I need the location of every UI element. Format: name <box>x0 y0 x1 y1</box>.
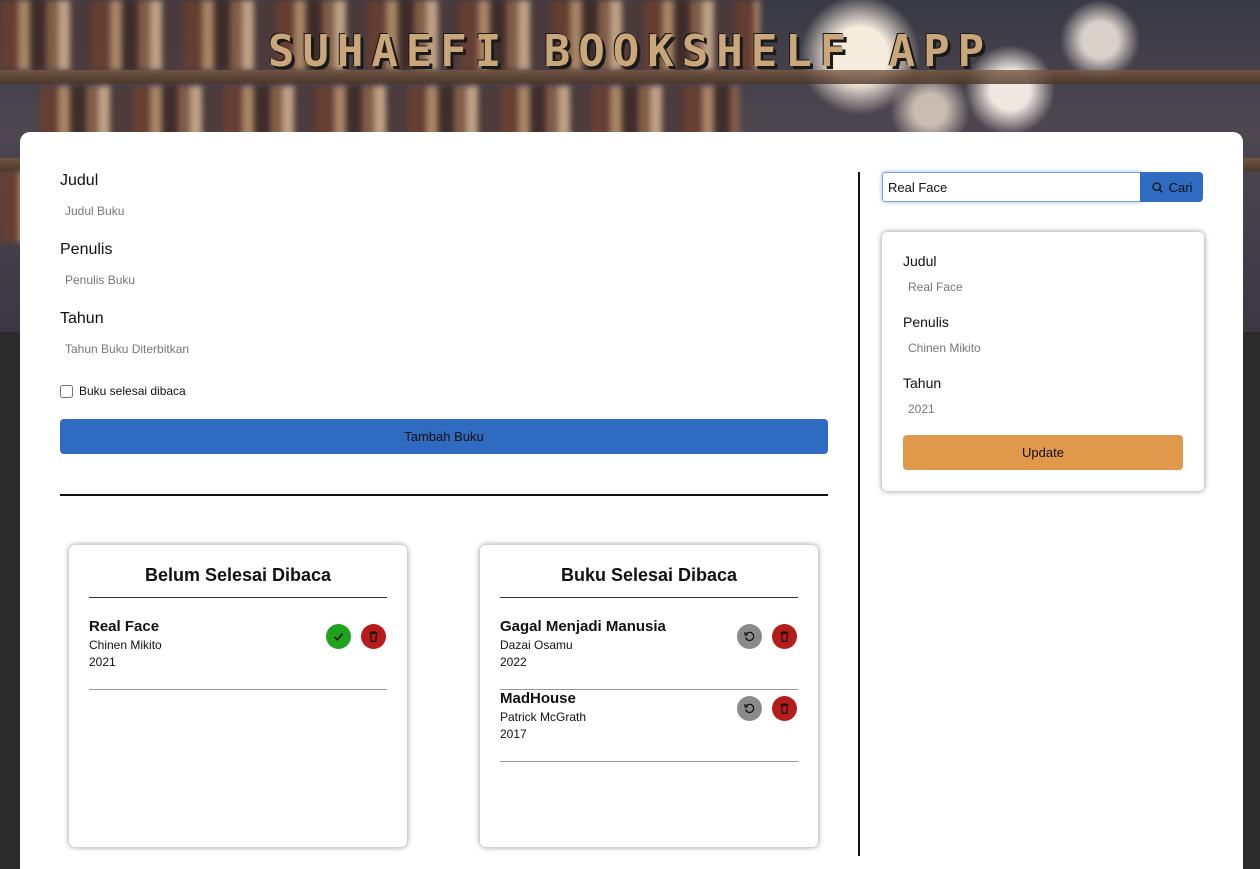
author-input[interactable] <box>60 268 820 292</box>
edit-book-card: Judul Penulis Tahun Update <box>882 232 1204 491</box>
book-title: Gagal Menjadi Manusia <box>500 618 666 635</box>
search-input[interactable] <box>882 172 1142 202</box>
author-label: Penulis <box>60 241 113 258</box>
search-button[interactable]: Cari <box>1140 172 1203 202</box>
app-title: SUHAEFI BOOKSHELF APP <box>267 26 993 77</box>
book-item: MadHouse Patrick McGrath 2017 <box>500 690 798 762</box>
complete-checkbox[interactable] <box>60 384 73 398</box>
trash-icon <box>780 631 789 642</box>
year-label: Tahun <box>60 310 104 327</box>
delete-book-button[interactable] <box>361 624 386 649</box>
edit-author-label: Penulis <box>903 314 949 330</box>
add-book-button[interactable]: Tambah Buku <box>60 419 828 454</box>
trash-icon <box>780 703 789 714</box>
title-label: Judul <box>60 172 99 189</box>
incomplete-shelf: Belum Selesai Dibaca Real Face Chinen Mi… <box>69 545 407 847</box>
undo-icon <box>744 631 755 642</box>
incomplete-shelf-title: Belum Selesai Dibaca <box>89 565 387 598</box>
edit-author-input[interactable] <box>903 337 1183 359</box>
mark-incomplete-button[interactable] <box>737 696 762 721</box>
edit-title-label: Judul <box>903 253 937 269</box>
complete-shelf-title: Buku Selesai Dibaca <box>500 565 798 598</box>
book-item: Real Face Chinen Mikito 2021 <box>89 618 387 690</box>
check-icon <box>333 633 344 641</box>
book-year: 2022 <box>500 655 527 669</box>
complete-checkbox-label: Buku selesai dibaca <box>79 384 186 398</box>
vertical-divider <box>858 172 860 856</box>
edit-year-input[interactable] <box>903 398 1183 420</box>
undo-icon <box>744 703 755 714</box>
mark-complete-button[interactable] <box>326 624 351 649</box>
complete-checkbox-row[interactable]: Buku selesai dibaca <box>60 384 186 398</box>
book-author: Chinen Mikito <box>89 638 162 652</box>
title-input[interactable] <box>60 199 820 223</box>
book-item: Gagal Menjadi Manusia Dazai Osamu 2022 <box>500 618 798 690</box>
book-author: Patrick McGrath <box>500 710 587 724</box>
search-button-label: Cari <box>1168 179 1193 195</box>
complete-shelf: Buku Selesai Dibaca Gagal Menjadi Manusi… <box>480 545 818 847</box>
search-icon <box>1151 181 1163 193</box>
update-button[interactable]: Update <box>903 435 1183 470</box>
trash-icon <box>369 631 378 642</box>
section-divider <box>60 494 828 496</box>
year-input[interactable] <box>60 337 820 361</box>
book-year: 2017 <box>500 727 527 741</box>
book-title: Real Face <box>89 618 160 635</box>
edit-title-input[interactable] <box>903 276 1183 298</box>
mark-incomplete-button[interactable] <box>737 624 762 649</box>
delete-book-button[interactable] <box>772 696 797 721</box>
book-year: 2021 <box>89 655 116 669</box>
book-author: Dazai Osamu <box>500 638 573 652</box>
book-title: MadHouse <box>500 690 576 707</box>
delete-book-button[interactable] <box>772 624 797 649</box>
edit-year-label: Tahun <box>903 375 942 391</box>
